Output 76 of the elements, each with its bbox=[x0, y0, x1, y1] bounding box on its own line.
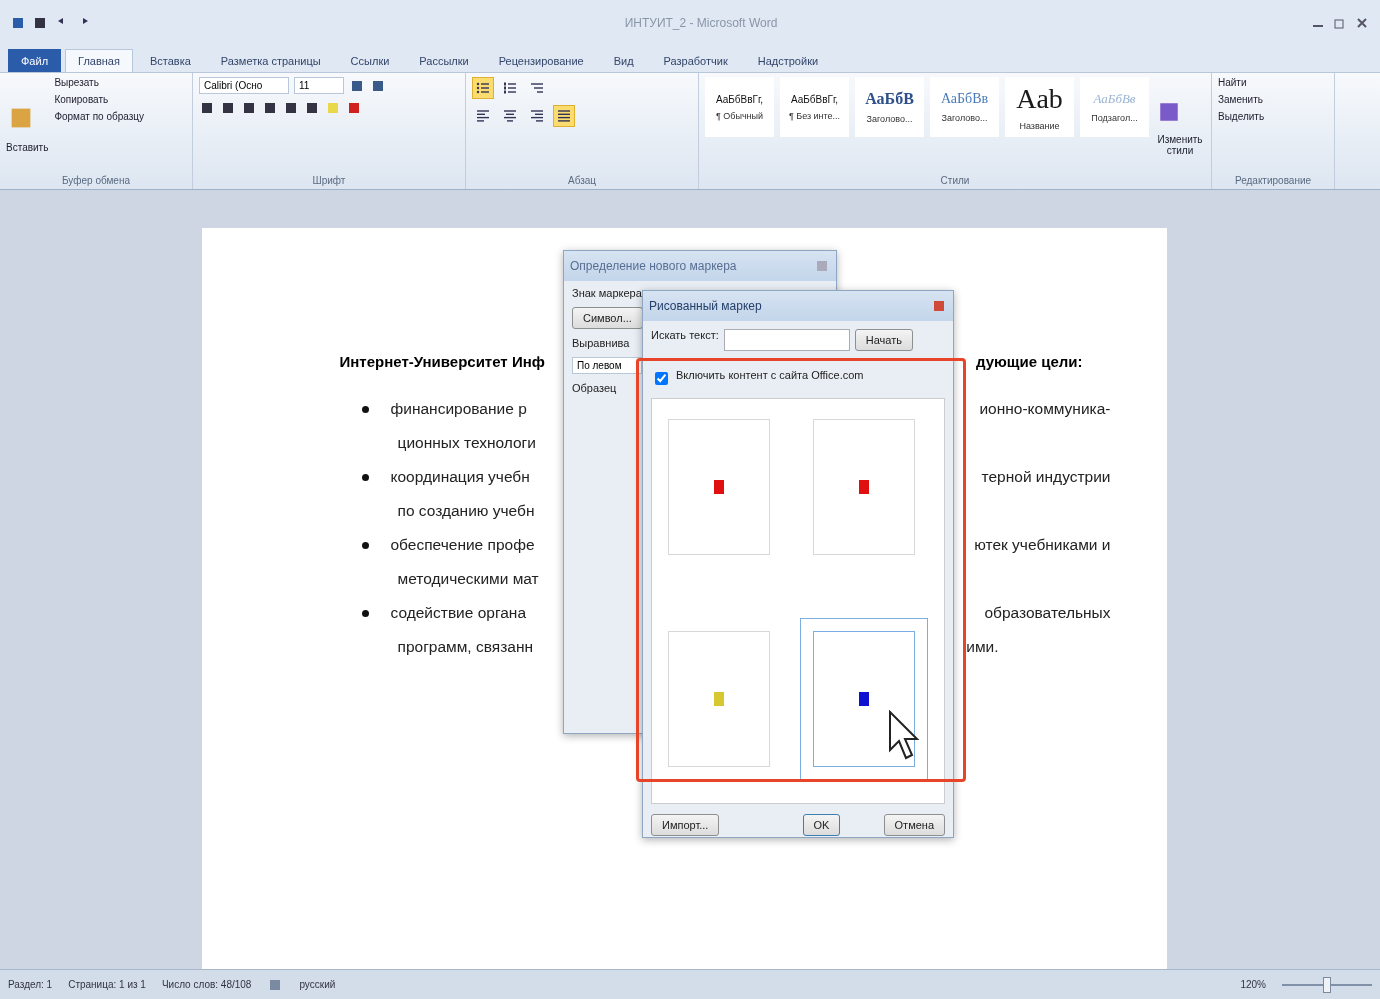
dialog-button[interactable]: Импорт... bbox=[651, 814, 720, 836]
style-gallery-item[interactable]: АаБбВвГг, ¶ Обычный bbox=[705, 77, 774, 137]
dialog-title: Определение нового маркера bbox=[570, 259, 737, 273]
status-text[interactable]: Раздел: 1 bbox=[8, 979, 53, 990]
field-label: Образец bbox=[572, 382, 617, 394]
document-text: ютек учебниками и bbox=[974, 536, 1111, 554]
alignment-field[interactable]: По левом bbox=[572, 357, 642, 374]
document-text: терной индустрии bbox=[981, 468, 1111, 486]
ribbon-tab[interactable]: Вставка bbox=[136, 49, 204, 72]
status-text[interactable]: русский bbox=[299, 979, 336, 990]
style-gallery-item[interactable]: АаБбВв Заголово... bbox=[930, 77, 999, 137]
clipboard-command[interactable]: Вырезать bbox=[54, 77, 145, 88]
align-center-icon[interactable] bbox=[502, 108, 518, 124]
group-label: Редактирование bbox=[1233, 175, 1313, 188]
group-label: Буфер обмена bbox=[61, 175, 131, 188]
search-field[interactable] bbox=[723, 329, 850, 351]
align-right-icon[interactable] bbox=[529, 108, 545, 124]
document-text: содействие органа bbox=[390, 604, 527, 622]
start-button[interactable]: Начать bbox=[854, 329, 913, 351]
font-size-field[interactable]: 11 bbox=[294, 77, 344, 94]
document-text: ионно-коммуника- bbox=[979, 400, 1111, 418]
multilevel-list-icon[interactable] bbox=[529, 80, 545, 96]
style-gallery-item[interactable]: АаБбВ Заголово... bbox=[855, 77, 924, 137]
status-text[interactable]: Страница: 1 из 1 bbox=[68, 979, 146, 990]
document-heading: Интернет-Университет Инф bbox=[339, 353, 545, 370]
dialog-button[interactable]: Отмена bbox=[883, 814, 945, 836]
ribbon-tab[interactable]: Файл bbox=[8, 49, 62, 72]
ribbon-tab[interactable]: Ссылки bbox=[337, 49, 403, 72]
document-text: обеспечение профе bbox=[390, 536, 535, 554]
style-gallery-item[interactable]: АаБбВвГг, ¶ Без инте... bbox=[780, 77, 849, 137]
ribbon-tab[interactable]: Разметка страницы bbox=[207, 49, 334, 72]
ribbon-tab[interactable]: Разработчик bbox=[650, 49, 741, 72]
dialog-button[interactable]: OK bbox=[802, 814, 841, 836]
document-text: по созданию учебн bbox=[397, 502, 535, 520]
zoom-level[interactable]: 120% bbox=[1240, 979, 1266, 990]
document-heading: дующие цели: bbox=[975, 353, 1083, 370]
checkbox[interactable] bbox=[655, 372, 668, 385]
group-label: Абзац bbox=[566, 175, 598, 188]
justify-icon[interactable] bbox=[556, 108, 572, 124]
ribbon-tab[interactable]: Надстройки bbox=[744, 49, 832, 72]
document-text: координация учебн bbox=[390, 468, 530, 486]
group-label: Шрифт bbox=[311, 175, 347, 188]
ribbon-tab[interactable]: Главная bbox=[65, 49, 133, 72]
document-text: ционных технологи bbox=[397, 434, 536, 452]
editing-command[interactable]: Выделить bbox=[1218, 111, 1265, 122]
window-title: ИНТУИТ_2 - Microsoft Word bbox=[623, 16, 779, 30]
field-label: Искать текст: bbox=[651, 329, 719, 341]
ribbon-tab[interactable]: Рецензирование bbox=[485, 49, 597, 72]
numbering-icon[interactable] bbox=[502, 80, 518, 96]
editing-command[interactable]: Заменить bbox=[1218, 94, 1265, 105]
paste-button[interactable]: Вставить bbox=[6, 141, 49, 153]
bullets-icon[interactable] bbox=[475, 80, 491, 96]
group-label: Стили bbox=[939, 175, 971, 188]
ribbon-tab[interactable]: Рассылки bbox=[406, 49, 482, 72]
document-text: методическими мат bbox=[397, 570, 539, 588]
clipboard-command[interactable]: Формат по образцу bbox=[54, 111, 145, 122]
clipboard-command[interactable]: Копировать bbox=[54, 94, 145, 105]
slider-thumb[interactable] bbox=[1323, 976, 1331, 993]
change-styles-button[interactable]: Изменить стили bbox=[1155, 134, 1205, 156]
ribbon-tab[interactable]: Вид bbox=[600, 49, 647, 72]
symbol-button[interactable]: Символ... bbox=[572, 307, 643, 329]
field-label: Выравнива bbox=[572, 337, 630, 349]
font-name-field[interactable]: Calibri (Осно bbox=[199, 77, 289, 94]
align-left-icon[interactable] bbox=[475, 108, 491, 124]
checkbox-label: Включить контент с сайта Office.com bbox=[676, 369, 864, 381]
document-text: образовательных bbox=[984, 604, 1111, 622]
mouse-cursor-icon bbox=[888, 710, 920, 762]
document-text: программ, связанн bbox=[397, 638, 533, 656]
document-text: ими. bbox=[966, 638, 999, 656]
style-gallery-item[interactable]: АаБбВв Подзагол... bbox=[1080, 77, 1149, 137]
style-gallery-item[interactable]: Aab Название bbox=[1005, 77, 1074, 137]
dialog-title: Рисованный маркер bbox=[649, 299, 762, 313]
editing-command[interactable]: Найти bbox=[1218, 77, 1265, 88]
document-text: финансирование р bbox=[390, 400, 527, 418]
status-text[interactable]: Число слов: 48/108 bbox=[161, 979, 252, 990]
field-label: Знак маркера bbox=[572, 287, 642, 299]
